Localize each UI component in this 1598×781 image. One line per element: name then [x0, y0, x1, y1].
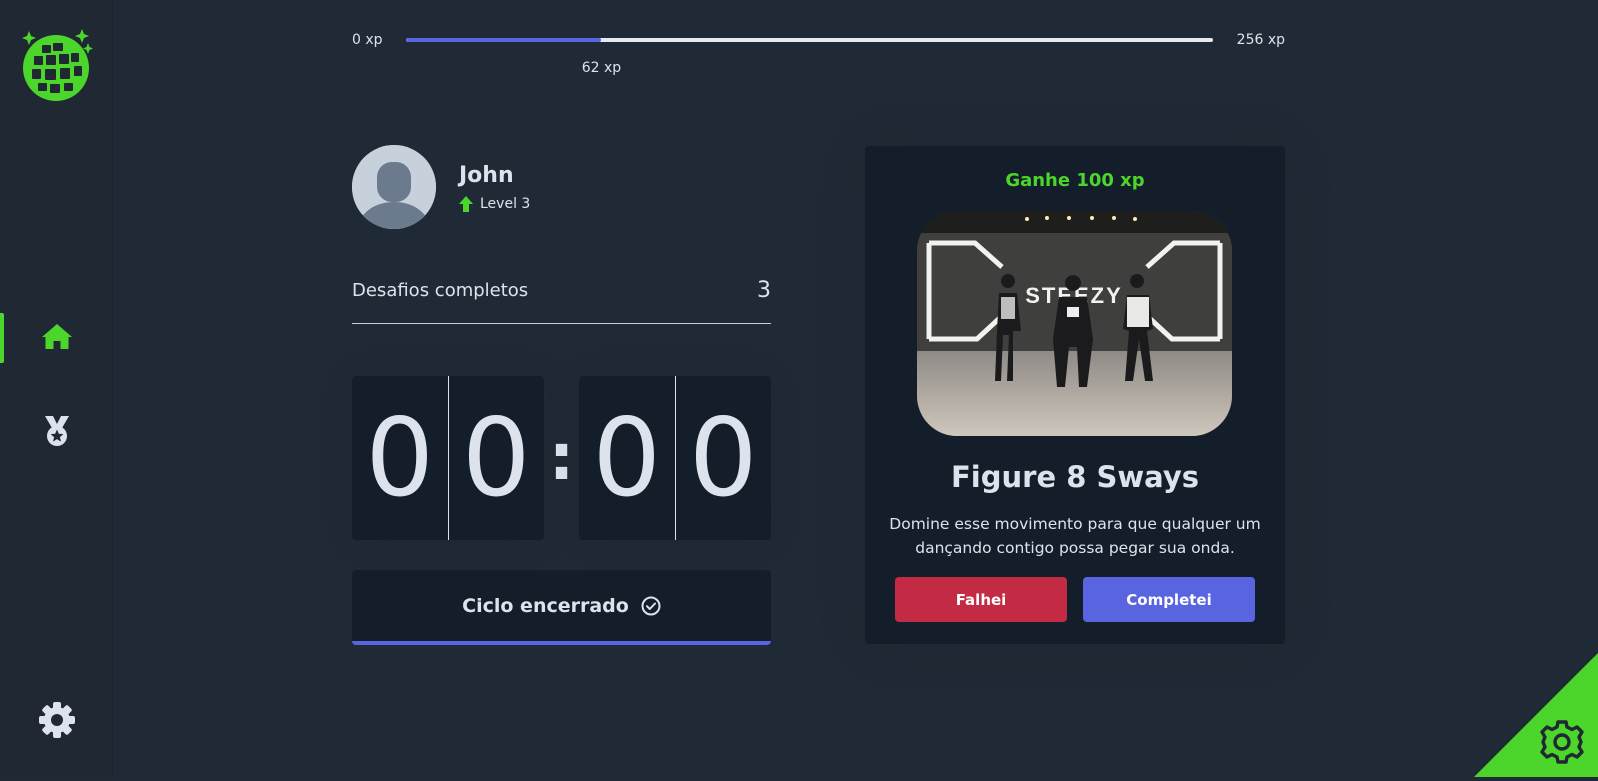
- level-up-icon: [459, 196, 473, 212]
- sidebar: [0, 0, 113, 777]
- xp-progress: 0 xp 62 xp 256 xp: [352, 30, 1285, 70]
- cycle-finished-button[interactable]: Ciclo encerrado: [352, 570, 771, 645]
- minutes-box: 0 0: [352, 376, 544, 540]
- challenge-title: Figure 8 Sways: [865, 460, 1285, 494]
- avatar: [352, 145, 436, 229]
- profile-level: Level 3: [459, 196, 530, 212]
- completed-button[interactable]: Completei: [1083, 577, 1255, 622]
- second-digit-right: 0: [676, 376, 772, 540]
- gear-icon: [38, 701, 76, 743]
- completed-challenges-count: 3: [757, 278, 771, 303]
- xp-fill: [406, 38, 601, 42]
- completed-challenges-label: Desafios completos: [352, 280, 528, 301]
- corner-settings[interactable]: [1474, 653, 1598, 777]
- seconds-box: 0 0: [579, 376, 771, 540]
- disco-ball-logo[interactable]: [20, 29, 93, 102]
- home-icon: [41, 322, 73, 354]
- profile-name: John: [459, 163, 530, 188]
- minute-digit-left: 0: [352, 376, 449, 540]
- xp-current-label: 62 xp: [582, 60, 621, 76]
- challenge-reward: Ganhe 100 xp: [865, 170, 1285, 191]
- xp-track: 62 xp: [406, 38, 1213, 42]
- xp-min-label: 0 xp: [352, 32, 383, 48]
- challenge-card: Ganhe 100 xp: [865, 146, 1285, 644]
- challenge-actions: Falhei Completei: [895, 577, 1255, 622]
- nav-settings[interactable]: [0, 697, 113, 747]
- minute-digit-right: 0: [449, 376, 545, 540]
- medal-icon: [43, 415, 71, 451]
- xp-max-label: 256 xp: [1237, 32, 1285, 48]
- countdown-separator: :: [544, 421, 579, 495]
- cycle-button-label: Ciclo encerrado: [462, 595, 629, 617]
- check-circle-icon: [641, 596, 661, 616]
- level-label: Level 3: [480, 196, 530, 212]
- challenge-description: Domine esse movimento para que qualquer …: [885, 512, 1265, 560]
- completed-challenges: Desafios completos 3: [352, 280, 771, 324]
- second-digit-left: 0: [579, 376, 676, 540]
- countdown: 0 0 : 0 0: [352, 376, 771, 540]
- nav-home[interactable]: [0, 313, 113, 363]
- challenge-image: STEEZY: [917, 211, 1232, 436]
- failed-button[interactable]: Falhei: [895, 577, 1067, 622]
- nav-awards[interactable]: [0, 408, 113, 458]
- profile: John Level 3: [352, 145, 530, 229]
